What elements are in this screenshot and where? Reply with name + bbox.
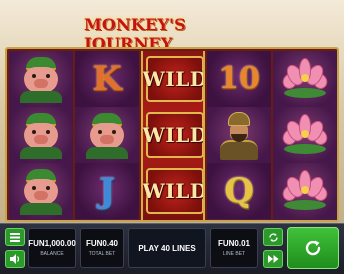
line-bet-value: FUN0.01 <box>217 239 250 248</box>
lotus-icon <box>279 112 331 158</box>
symbol-k-letter: K <box>92 59 122 99</box>
warrior-icon <box>216 110 262 160</box>
play-lines-button[interactable]: PLAY 40 LINES <box>128 228 206 268</box>
control-bar: FUN1,000.00 BALANCE FUN0.40 TOTAL BET PL… <box>0 223 344 274</box>
symbol-10: 10 <box>207 51 271 107</box>
pig-icon <box>16 55 66 103</box>
symbol-10-number: 10 <box>218 61 260 96</box>
fast-forward-icon <box>267 255 278 263</box>
symbol-wild: WILD <box>142 107 205 163</box>
symbol-lotus <box>273 163 337 219</box>
balance-panel: FUN1,000.00 BALANCE <box>28 228 76 268</box>
balance-value: FUN1,000.00 <box>28 239 76 248</box>
reel-2: K J <box>75 51 139 220</box>
symbol-wild: WILD <box>142 163 205 219</box>
symbol-lotus <box>273 107 337 163</box>
reel-1 <box>9 51 73 220</box>
autoplay-button[interactable] <box>263 228 283 246</box>
autoplay-icon <box>268 232 278 242</box>
fast-button[interactable] <box>263 250 283 268</box>
balance-label: BALANCE <box>40 251 64 257</box>
symbol-j-letter: J <box>98 171 116 211</box>
menu-button[interactable] <box>5 228 25 246</box>
symbol-q: Q <box>207 163 271 219</box>
game-scene: MONKEY'S JOURNEY K J WILD WILD WILD 10 Q… <box>0 0 344 274</box>
pig-icon <box>16 167 66 215</box>
menu-icon <box>10 232 20 242</box>
symbol-j: J <box>75 163 139 219</box>
game-logo: MONKEY'S JOURNEY <box>84 15 262 53</box>
wild-label: WILD <box>142 179 205 203</box>
wild-label: WILD <box>142 123 205 147</box>
reel-5 <box>273 51 337 220</box>
lotus-icon <box>279 168 331 214</box>
wild-label: WILD <box>142 67 205 91</box>
line-bet-panel[interactable]: FUN0.01 LINE BET <box>210 228 258 268</box>
symbol-pig <box>75 107 139 163</box>
pig-icon <box>16 111 66 159</box>
pig-icon <box>82 111 132 159</box>
sound-button[interactable] <box>5 250 25 268</box>
symbol-pig <box>9 107 73 163</box>
reel-3: WILD WILD WILD <box>141 51 205 220</box>
reel-4: 10 Q <box>207 51 271 220</box>
spin-icon <box>305 240 321 256</box>
speaker-icon <box>9 254 19 264</box>
symbol-q-letter: Q <box>224 171 254 211</box>
symbol-warrior <box>207 107 271 163</box>
total-bet-panel[interactable]: FUN0.40 TOTAL BET <box>80 228 124 268</box>
reel-frame: K J WILD WILD WILD 10 Q <box>5 47 339 222</box>
line-bet-label: LINE BET <box>222 251 246 257</box>
lotus-icon <box>279 56 331 102</box>
play-lines-label: PLAY 40 LINES <box>138 243 196 253</box>
symbol-k: K <box>75 51 139 107</box>
symbol-pig <box>9 51 73 107</box>
total-bet-value: FUN0.40 <box>85 239 118 248</box>
total-bet-label: TOTAL BET <box>88 251 116 257</box>
symbol-pig <box>9 163 73 219</box>
spin-button[interactable] <box>287 227 339 269</box>
symbol-wild: WILD <box>142 51 205 107</box>
symbol-lotus <box>273 51 337 107</box>
